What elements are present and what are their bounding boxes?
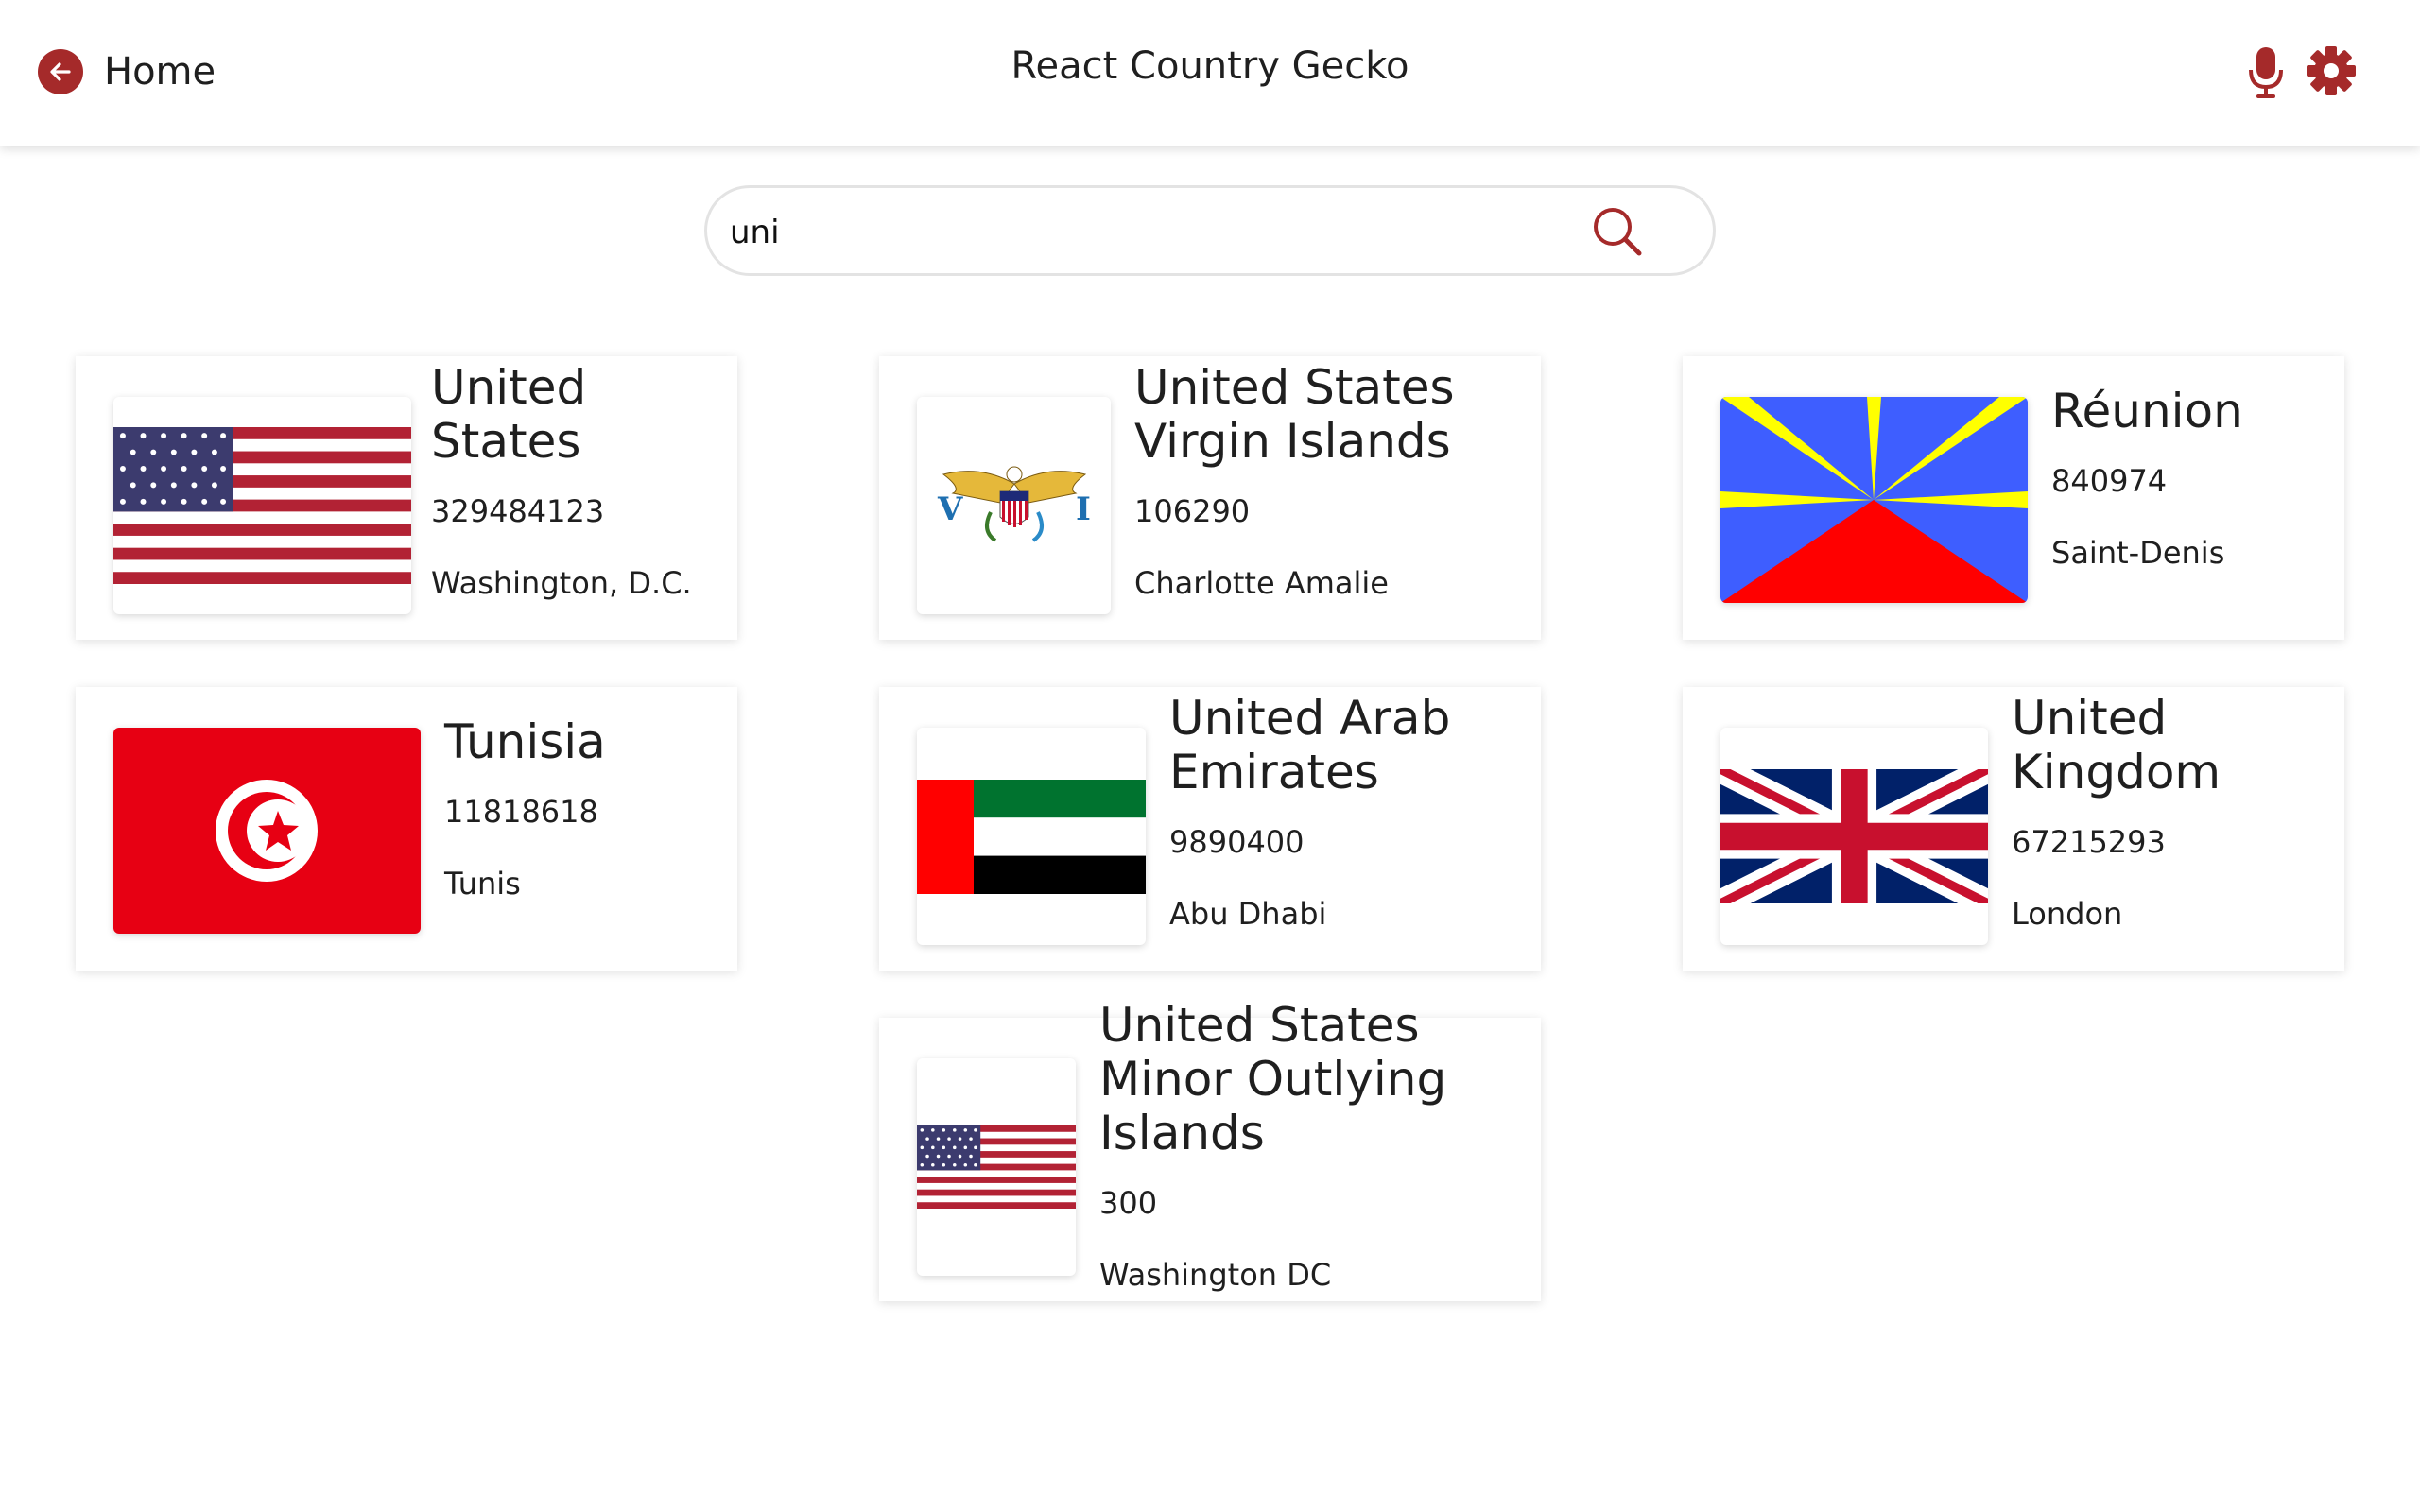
- country-name: United States Virgin Islands: [1134, 360, 1455, 469]
- country-population: 11818618: [444, 794, 598, 830]
- country-card-united-kingdom[interactable]: United Kingdom 67215293 London: [1683, 687, 2344, 971]
- country-card-reunion[interactable]: Réunion 840974 Saint-Denis: [1683, 356, 2344, 640]
- country-capital: London: [2012, 896, 2123, 932]
- search-input[interactable]: [728, 201, 1582, 264]
- country-info: United States Virgin Islands 106290 Char…: [1134, 360, 1531, 602]
- country-name: United Kingdom: [2012, 691, 2221, 799]
- country-card-united-states[interactable]: United States 329484123 Washington, D.C.: [76, 356, 737, 640]
- country-name: Réunion: [2051, 384, 2243, 438]
- app-header: Home React Country Gecko: [0, 0, 2420, 146]
- country-name: United States: [431, 360, 587, 469]
- gear-icon[interactable]: [2307, 46, 2356, 95]
- country-capital: Tunis: [444, 866, 521, 902]
- flag-letter-v: V: [937, 490, 963, 528]
- country-card-united-arab-emirates[interactable]: United Arab Emirates 9890400 Abu Dhabi: [879, 687, 1541, 971]
- country-info: Réunion 840974 Saint-Denis: [2051, 384, 2335, 572]
- flag-image: [917, 1058, 1076, 1276]
- country-name: United States Minor Outlying Islands: [1099, 998, 1447, 1160]
- flag-image: [113, 728, 421, 934]
- flag-image: [917, 728, 1146, 945]
- country-capital: Washington, D.C.: [431, 565, 692, 601]
- country-info: Tunisia 11818618 Tunis: [444, 715, 728, 902]
- country-card-us-virgin-islands[interactable]: V I United States Virgin Islands 106290 …: [879, 356, 1541, 640]
- country-population: 67215293: [2012, 824, 2166, 860]
- country-capital: Charlotte Amalie: [1134, 565, 1389, 601]
- country-card-us-minor-outlying-islands[interactable]: United States Minor Outlying Islands 300…: [879, 999, 1541, 1301]
- search-box: [704, 185, 1716, 276]
- country-population: 300: [1099, 1185, 1158, 1221]
- country-population: 840974: [2051, 463, 2168, 499]
- app-title: React Country Gecko: [1011, 44, 1409, 88]
- flag-image: [113, 397, 411, 614]
- country-info: United States Minor Outlying Islands 300…: [1099, 998, 1515, 1294]
- flag-image: [1720, 728, 1988, 945]
- country-population: 329484123: [431, 493, 605, 529]
- country-capital: Saint-Denis: [2051, 535, 2225, 571]
- country-population: 106290: [1134, 493, 1251, 529]
- country-name: Tunisia: [444, 714, 606, 769]
- country-info: United States 329484123 Washington, D.C.: [431, 360, 715, 602]
- search-icon[interactable]: [1591, 205, 1644, 258]
- country-population: 9890400: [1169, 824, 1305, 860]
- flag-letter-i: I: [1076, 490, 1091, 528]
- flag-image: [1720, 397, 2028, 603]
- country-name: United Arab Emirates: [1169, 691, 1451, 799]
- country-capital: Abu Dhabi: [1169, 896, 1327, 932]
- flag-image: V I: [917, 397, 1111, 614]
- microphone-icon[interactable]: [2245, 45, 2287, 102]
- country-capital: Washington DC: [1099, 1257, 1332, 1293]
- country-card-tunisia[interactable]: Tunisia 11818618 Tunis: [76, 687, 737, 971]
- country-info: United Kingdom 67215293 London: [2012, 691, 2333, 933]
- country-info: United Arab Emirates 9890400 Abu Dhabi: [1169, 691, 1529, 933]
